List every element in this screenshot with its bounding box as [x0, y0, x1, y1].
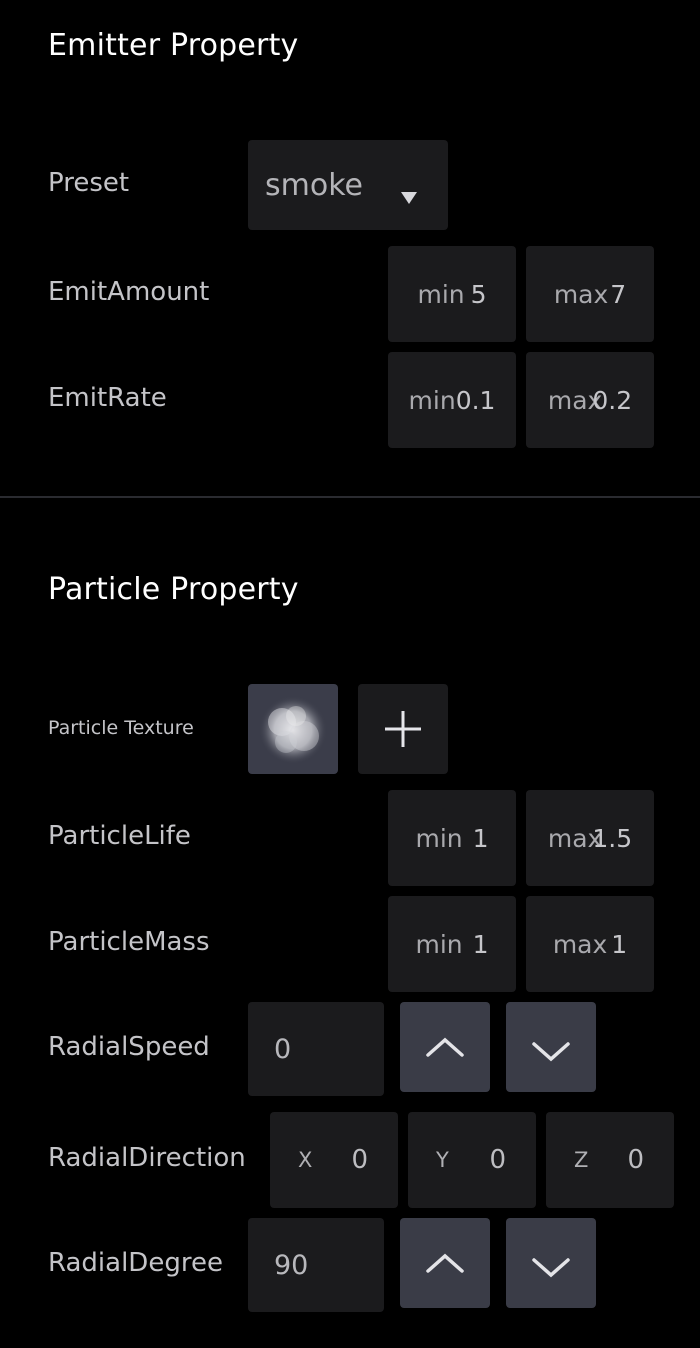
particle-life-label: ParticleLife: [48, 821, 191, 851]
particle-mass-max-input[interactable]: max 1: [526, 896, 654, 992]
radial-degree-label: RadialDegree: [48, 1248, 223, 1278]
radial-speed-input[interactable]: 0: [248, 1002, 384, 1096]
z-axis-label: Z: [574, 1148, 589, 1172]
particle-life-max-value: 1.5: [592, 823, 633, 853]
plus-icon: [385, 711, 421, 747]
particle-mass-min-input[interactable]: min 1: [388, 896, 516, 992]
particle-life-max-input[interactable]: max 1.5: [526, 790, 654, 886]
particle-mass-label: ParticleMass: [48, 927, 210, 957]
radial-direction-x-input[interactable]: X 0: [270, 1112, 398, 1208]
min-prefix: min: [408, 385, 456, 415]
z-value: 0: [627, 1145, 644, 1175]
chevron-down-icon: [532, 1042, 570, 1062]
emit-rate-min-value: 0.1: [455, 385, 496, 415]
particle-section-title: Particle Property: [48, 572, 299, 607]
radial-speed-decrement-button[interactable]: [506, 1002, 596, 1092]
particle-life-min-input[interactable]: min 1: [388, 790, 516, 886]
min-prefix: min: [415, 823, 463, 853]
min-prefix: min: [417, 279, 465, 309]
emit-rate-label: EmitRate: [48, 383, 167, 413]
x-axis-label: X: [298, 1148, 313, 1172]
emit-rate-max-input[interactable]: max 0.2: [526, 352, 654, 448]
radial-speed-increment-button[interactable]: [400, 1002, 490, 1092]
emit-amount-min-value: 5: [470, 279, 487, 309]
emit-amount-max-input[interactable]: max 7: [526, 246, 654, 342]
caret-down-icon: [400, 178, 418, 213]
radial-degree-input[interactable]: 90: [248, 1218, 384, 1312]
section-divider: [0, 496, 700, 498]
add-texture-button[interactable]: [358, 684, 448, 774]
smoke-texture-image: [259, 696, 327, 764]
emit-amount-max-value: 7: [610, 279, 627, 309]
emitter-section-title: Emitter Property: [48, 28, 299, 63]
min-prefix: min: [415, 929, 463, 959]
chevron-up-icon: [426, 1037, 464, 1057]
radial-direction-label: RadialDirection: [48, 1143, 246, 1173]
radial-degree-increment-button[interactable]: [400, 1218, 490, 1308]
emit-rate-max-value: 0.2: [592, 385, 633, 415]
radial-degree-decrement-button[interactable]: [506, 1218, 596, 1308]
particle-texture-thumbnail[interactable]: [248, 684, 338, 774]
radial-speed-label: RadialSpeed: [48, 1032, 210, 1062]
y-axis-label: Y: [436, 1148, 449, 1172]
x-value: 0: [351, 1145, 368, 1175]
radial-direction-y-input[interactable]: Y 0: [408, 1112, 536, 1208]
chevron-up-icon: [426, 1253, 464, 1273]
preset-value: smoke: [265, 167, 363, 203]
radial-direction-z-input[interactable]: Z 0: [546, 1112, 674, 1208]
preset-dropdown[interactable]: smoke: [248, 140, 448, 230]
max-prefix: max: [552, 929, 608, 959]
particle-texture-label: Particle Texture: [48, 717, 194, 739]
emit-amount-label: EmitAmount: [48, 277, 210, 307]
particle-mass-max-value: 1: [611, 929, 628, 959]
particle-life-min-value: 1: [472, 823, 489, 853]
chevron-down-icon: [532, 1258, 570, 1278]
particle-mass-min-value: 1: [472, 929, 489, 959]
emit-rate-min-input[interactable]: min 0.1: [388, 352, 516, 448]
preset-label: Preset: [48, 168, 130, 198]
max-prefix: max: [553, 279, 609, 309]
emit-amount-min-input[interactable]: min 5: [388, 246, 516, 342]
y-value: 0: [489, 1145, 506, 1175]
